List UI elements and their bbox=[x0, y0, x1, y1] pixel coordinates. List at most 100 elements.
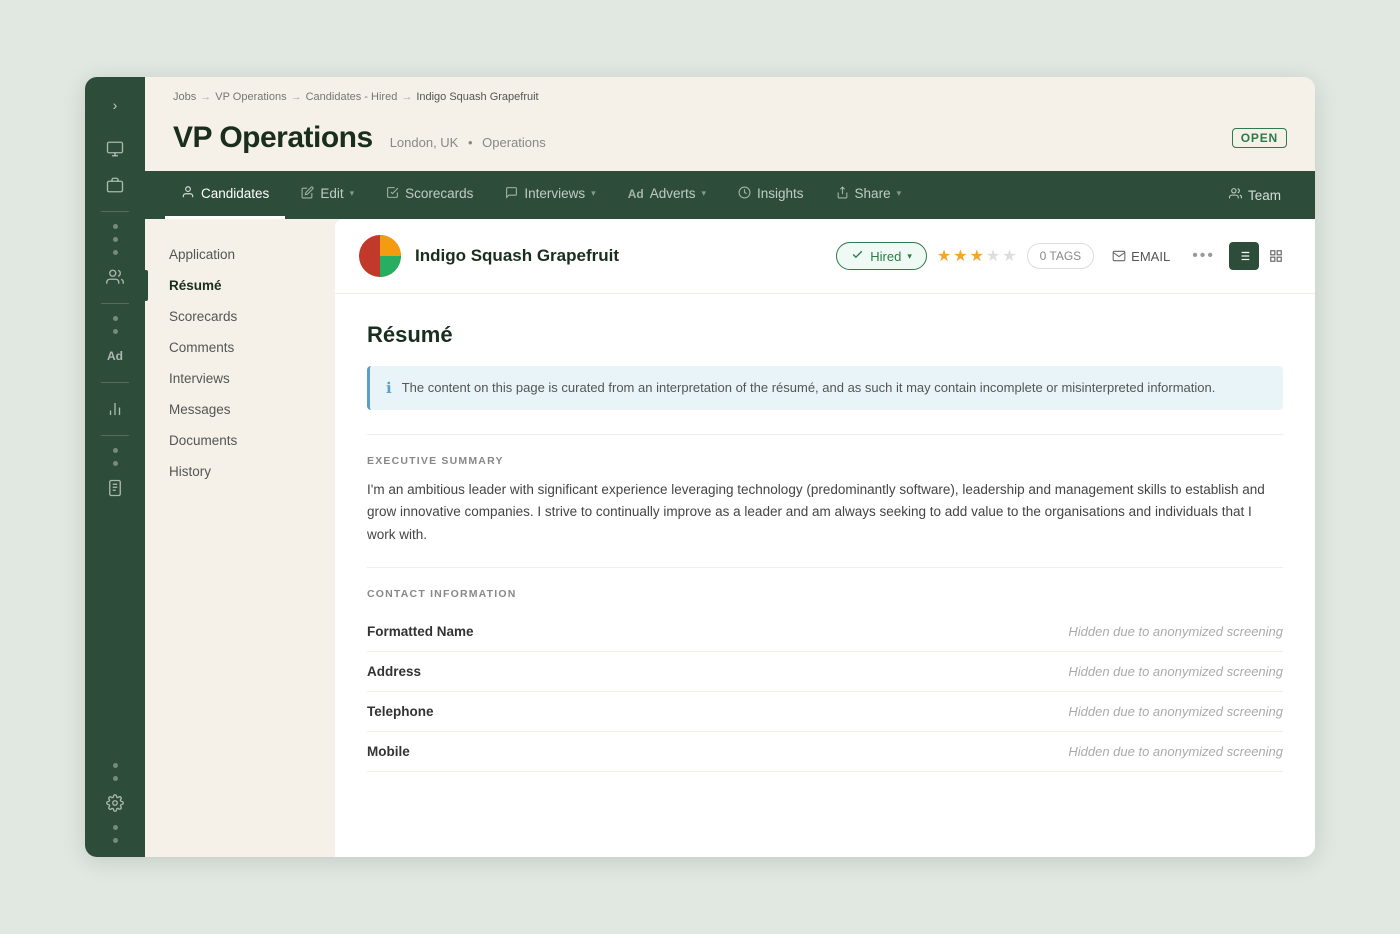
view-toggle bbox=[1229, 242, 1291, 270]
hired-status-button[interactable]: Hired ▾ bbox=[836, 242, 927, 270]
main-content: Application Résumé Scorecards Comments I… bbox=[145, 219, 1315, 857]
tab-edit[interactable]: Edit ▾ bbox=[285, 172, 370, 219]
tab-insights[interactable]: Insights bbox=[722, 172, 820, 219]
share-dropdown-icon: ▾ bbox=[897, 188, 902, 199]
candidates-tab-icon bbox=[181, 185, 195, 202]
breadcrumb-jobs[interactable]: Jobs bbox=[173, 91, 196, 103]
list-view-button[interactable] bbox=[1229, 242, 1259, 270]
candidate-header: Indigo Squash Grapefruit Hired ▾ ★ bbox=[335, 219, 1315, 294]
interviews-tab-icon bbox=[505, 186, 518, 202]
stars-rating[interactable]: ★ ★ ★ ★ ★ bbox=[937, 246, 1017, 266]
email-button[interactable]: EMAIL bbox=[1104, 244, 1178, 269]
sidebar-dot-2 bbox=[113, 237, 118, 242]
left-nav-interviews[interactable]: Interviews bbox=[145, 363, 335, 394]
contact-info-title: CONTACT INFORMATION bbox=[367, 588, 1283, 600]
candidate-name: Indigo Squash Grapefruit bbox=[415, 246, 822, 266]
breadcrumb-candidates-hired[interactable]: Candidates - Hired bbox=[306, 91, 398, 103]
hired-status-label: Hired bbox=[870, 249, 901, 264]
tab-interviews[interactable]: Interviews ▾ bbox=[489, 172, 611, 219]
insights-tab-icon bbox=[738, 186, 751, 202]
executive-summary-title: EXECUTIVE SUMMARY bbox=[367, 455, 1283, 467]
sidebar-bottom bbox=[97, 761, 133, 845]
executive-summary-text: I'm an ambitious leader with significant… bbox=[367, 479, 1283, 548]
adverts-dropdown-icon: ▾ bbox=[701, 188, 706, 199]
sidebar-dot-8 bbox=[113, 763, 118, 768]
users-group-icon[interactable] bbox=[97, 261, 133, 293]
contact-mobile-value: Hidden due to anonymized screening bbox=[1068, 744, 1283, 759]
left-nav-history[interactable]: History bbox=[145, 456, 335, 487]
left-nav-messages[interactable]: Messages bbox=[145, 394, 335, 425]
email-label: EMAIL bbox=[1131, 249, 1170, 264]
info-banner-text: The content on this page is curated from… bbox=[402, 378, 1216, 398]
sidebar-dot-9 bbox=[113, 776, 118, 781]
right-panel: Indigo Squash Grapefruit Hired ▾ ★ bbox=[335, 219, 1315, 857]
tab-candidates-label: Candidates bbox=[201, 186, 269, 201]
scorecards-tab-icon bbox=[386, 186, 399, 202]
app-wrapper: › Ad bbox=[0, 0, 1400, 934]
contact-row-mobile: Mobile Hidden due to anonymized screenin… bbox=[367, 732, 1283, 772]
star-2: ★ bbox=[953, 246, 967, 266]
candidate-actions: Hired ▾ ★ ★ ★ ★ ★ 0 TAGS bbox=[836, 242, 1291, 270]
section-divider-2 bbox=[367, 567, 1283, 568]
chart-bar-icon[interactable] bbox=[97, 393, 133, 425]
tags-button[interactable]: 0 TAGS bbox=[1027, 243, 1095, 269]
tab-team[interactable]: Team bbox=[1215, 173, 1295, 217]
breadcrumb-arrow-1: → bbox=[200, 91, 211, 103]
left-nav-resume[interactable]: Résumé bbox=[145, 270, 335, 301]
contact-row-telephone: Telephone Hidden due to anonymized scree… bbox=[367, 692, 1283, 732]
contact-telephone-label: Telephone bbox=[367, 704, 434, 719]
sidebar-dot-5 bbox=[113, 329, 118, 334]
page-meta: London, UK • Operations bbox=[387, 135, 549, 150]
sidebar-toggle-button[interactable]: › bbox=[97, 89, 133, 121]
left-nav-scorecards[interactable]: Scorecards bbox=[145, 301, 335, 332]
left-nav-comments[interactable]: Comments bbox=[145, 332, 335, 363]
breadcrumb-vp-operations[interactable]: VP Operations bbox=[215, 91, 286, 103]
grid-view-button[interactable] bbox=[1261, 242, 1291, 270]
contact-address-value: Hidden due to anonymized screening bbox=[1068, 664, 1283, 679]
star-1: ★ bbox=[937, 246, 951, 266]
status-badge: OPEN bbox=[1232, 128, 1287, 148]
resume-content: Résumé ℹ The content on this page is cur… bbox=[335, 294, 1315, 800]
ad-icon[interactable]: Ad bbox=[97, 340, 133, 372]
sidebar-dot-6 bbox=[113, 448, 118, 453]
tab-scorecards[interactable]: Scorecards bbox=[370, 172, 489, 219]
info-banner: ℹ The content on this page is curated fr… bbox=[367, 366, 1283, 410]
info-icon: ℹ bbox=[386, 379, 392, 397]
tab-adverts[interactable]: Ad Adverts ▾ bbox=[612, 172, 722, 218]
settings-icon[interactable] bbox=[97, 787, 133, 819]
tab-share[interactable]: Share ▾ bbox=[820, 172, 918, 219]
edit-dropdown-icon: ▾ bbox=[350, 188, 355, 199]
left-nav-documents[interactable]: Documents bbox=[145, 425, 335, 456]
main-container: › Ad bbox=[85, 77, 1315, 857]
sidebar-divider-3 bbox=[101, 382, 129, 383]
share-tab-icon bbox=[836, 186, 849, 202]
sidebar-dot-1 bbox=[113, 224, 118, 229]
star-3: ★ bbox=[970, 246, 984, 266]
resume-section-title: Résumé bbox=[367, 322, 1283, 348]
sidebar-dot-4 bbox=[113, 316, 118, 321]
team-tab-icon bbox=[1229, 187, 1242, 203]
page-meta-separator: • bbox=[468, 135, 473, 150]
tab-scorecards-label: Scorecards bbox=[405, 186, 473, 201]
monitor-icon[interactable] bbox=[97, 133, 133, 165]
sidebar-dot-7 bbox=[113, 461, 118, 466]
sidebar-dot-3 bbox=[113, 250, 118, 255]
breadcrumb-current: Indigo Squash Grapefruit bbox=[416, 91, 538, 103]
contact-row-address: Address Hidden due to anonymized screeni… bbox=[367, 652, 1283, 692]
breadcrumb-arrow-3: → bbox=[401, 91, 412, 103]
left-nav-application[interactable]: Application bbox=[145, 239, 335, 270]
edit-tab-icon bbox=[301, 186, 314, 202]
star-5: ★ bbox=[1002, 246, 1016, 266]
report-icon[interactable] bbox=[97, 472, 133, 504]
sidebar-divider-4 bbox=[101, 435, 129, 436]
left-nav: Application Résumé Scorecards Comments I… bbox=[145, 219, 335, 857]
hired-check-icon bbox=[851, 248, 864, 264]
adverts-tab-icon: Ad bbox=[628, 187, 644, 201]
breadcrumb: Jobs → VP Operations → Candidates - Hire… bbox=[145, 77, 1315, 111]
tab-candidates[interactable]: Candidates bbox=[165, 171, 285, 219]
briefcase-icon[interactable] bbox=[97, 169, 133, 201]
tab-interviews-label: Interviews bbox=[524, 186, 585, 201]
more-actions-button[interactable]: ••• bbox=[1188, 242, 1219, 270]
page-title: VP Operations bbox=[173, 121, 373, 155]
sidebar-divider-2 bbox=[101, 303, 129, 304]
